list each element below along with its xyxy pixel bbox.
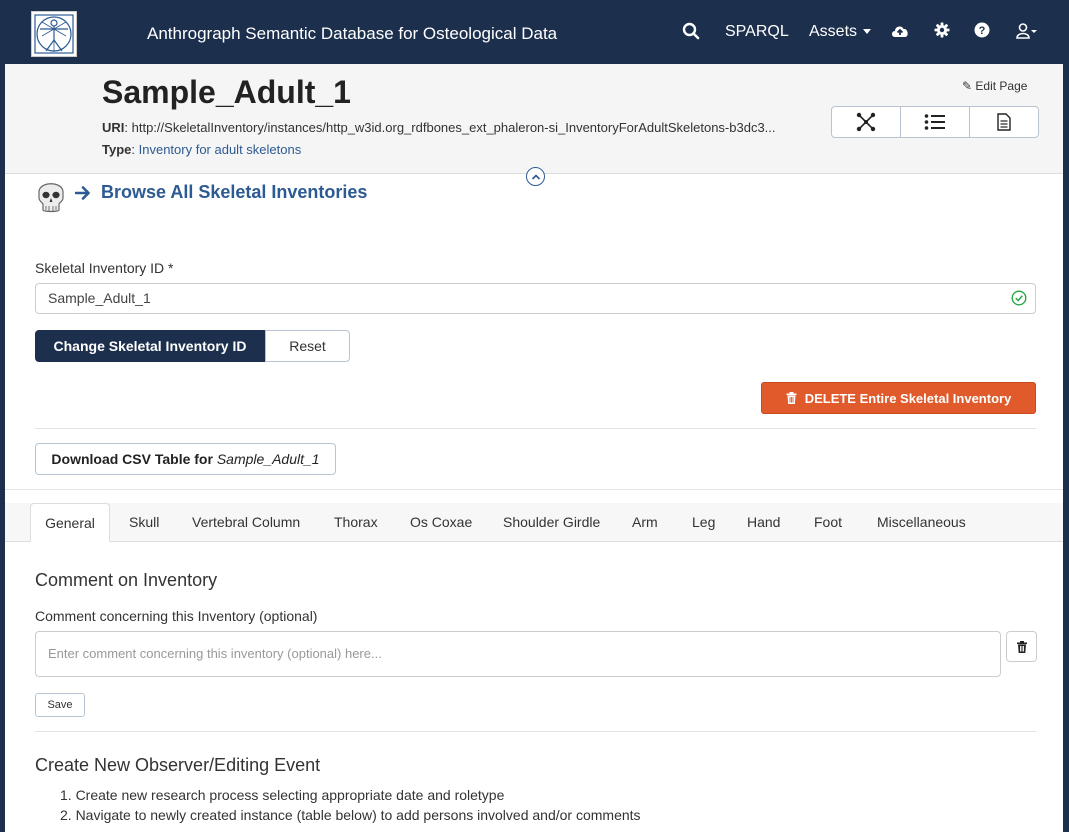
list-view-button[interactable]: [901, 107, 970, 137]
list-item: 1. Create new research process selecting…: [60, 787, 505, 803]
page-title: Sample_Adult_1: [102, 74, 351, 110]
type-link[interactable]: Inventory for adult skeletons: [139, 142, 302, 157]
divider: [35, 428, 1036, 429]
bone-tabs: General Skull Vertebral Column Thorax Os…: [5, 503, 1063, 542]
edit-page-label: Edit Page: [975, 79, 1028, 93]
tab-vertebral-column[interactable]: Vertebral Column: [192, 503, 300, 542]
trash-icon: [1016, 640, 1027, 653]
delete-label: DELETE Entire Skeletal Inventory: [804, 390, 1012, 406]
observer-steps: 1. Create new research process selecting…: [60, 785, 641, 825]
browse-inventories-link[interactable]: Browse All Skeletal Inventories: [75, 182, 367, 203]
edit-page-link[interactable]: ✎ Edit Page: [962, 79, 1027, 93]
check-circle-icon: [1011, 290, 1027, 306]
reset-button[interactable]: Reset: [265, 330, 350, 362]
uri-label: URI: [102, 120, 125, 135]
app-window: Anthrograph Semantic Database for Osteol…: [5, 0, 1063, 832]
document-icon: [997, 113, 1011, 131]
sparql-link[interactable]: SPARQL: [725, 23, 789, 41]
inventory-id-input[interactable]: Sample_Adult_1: [35, 283, 1036, 314]
assets-dropdown[interactable]: Assets: [809, 23, 872, 41]
tab-skull[interactable]: Skull: [129, 503, 159, 542]
download-csv-button[interactable]: Download CSV Table for Sample_Adult_1: [35, 443, 336, 475]
brand-title[interactable]: Anthrograph Semantic Database for Osteol…: [147, 24, 557, 44]
chevron-up-icon: [531, 173, 540, 180]
document-view-button[interactable]: [970, 107, 1038, 137]
uri-value: http://SkeletalInventory/instances/http_…: [131, 120, 776, 135]
list-icon: [924, 114, 945, 130]
assets-label: Assets: [809, 23, 858, 40]
tab-os-coxae[interactable]: Os Coxae: [410, 503, 472, 542]
svg-text:?: ?: [979, 25, 986, 37]
search-icon[interactable]: [682, 22, 702, 42]
change-id-button[interactable]: Change Skeletal Inventory ID: [35, 330, 265, 362]
csv-prefix: Download CSV Table for: [51, 451, 217, 467]
browse-label: Browse All Skeletal Inventories: [101, 182, 368, 202]
cloud-upload-icon[interactable]: [890, 22, 910, 42]
tab-thorax[interactable]: Thorax: [334, 503, 378, 542]
collapse-header-button[interactable]: [526, 167, 545, 186]
comment-textarea[interactable]: Enter comment concerning this inventory …: [35, 631, 1001, 677]
csv-name: Sample_Adult_1: [216, 451, 320, 467]
comment-heading: Comment on Inventory: [35, 570, 218, 590]
type-label: Type: [102, 142, 132, 157]
caret-down-icon: [863, 29, 872, 35]
page-header: Sample_Adult_1 URI: http://SkeletalInven…: [5, 64, 1063, 186]
top-navbar: Anthrograph Semantic Database for Osteol…: [5, 0, 1063, 64]
tab-shoulder-girdle[interactable]: Shoulder Girdle: [503, 503, 600, 542]
trash-icon: [786, 392, 797, 404]
divider: [5, 489, 1063, 490]
uri-line: URI: http://SkeletalInventory/instances/…: [102, 120, 776, 135]
type-line: Type: Inventory for adult skeletons: [102, 142, 302, 157]
delete-inventory-button[interactable]: DELETE Entire Skeletal Inventory: [761, 382, 1036, 414]
inventory-id-label: Skeletal Inventory ID *: [35, 260, 174, 276]
list-item: 2. Navigate to newly created instance (t…: [60, 807, 641, 823]
divider: [35, 731, 1036, 732]
help-icon[interactable]: ?: [974, 22, 994, 42]
graph-view-button[interactable]: [832, 107, 901, 137]
clear-comment-button[interactable]: [1006, 631, 1037, 662]
observer-heading: Create New Observer/Editing Event: [35, 755, 321, 775]
save-comment-button[interactable]: Save: [35, 693, 85, 717]
vitruvian-logo[interactable]: [31, 11, 77, 57]
gear-icon[interactable]: [934, 22, 954, 42]
comment-label: Comment concerning this Inventory (optio…: [35, 608, 318, 624]
pencil-icon: ✎: [962, 79, 973, 93]
skull-icon: [35, 176, 67, 214]
view-mode-group: [831, 106, 1039, 138]
tab-miscellaneous[interactable]: Miscellaneous: [877, 503, 966, 542]
tab-hand[interactable]: Hand: [747, 503, 780, 542]
tab-general[interactable]: General: [30, 503, 110, 542]
arrow-right-icon: [75, 185, 90, 200]
tab-leg[interactable]: Leg: [692, 503, 715, 542]
tab-arm[interactable]: Arm: [632, 503, 658, 542]
graph-icon: [856, 112, 876, 132]
user-menu-icon[interactable]: [1015, 22, 1041, 42]
tab-foot[interactable]: Foot: [814, 503, 842, 542]
